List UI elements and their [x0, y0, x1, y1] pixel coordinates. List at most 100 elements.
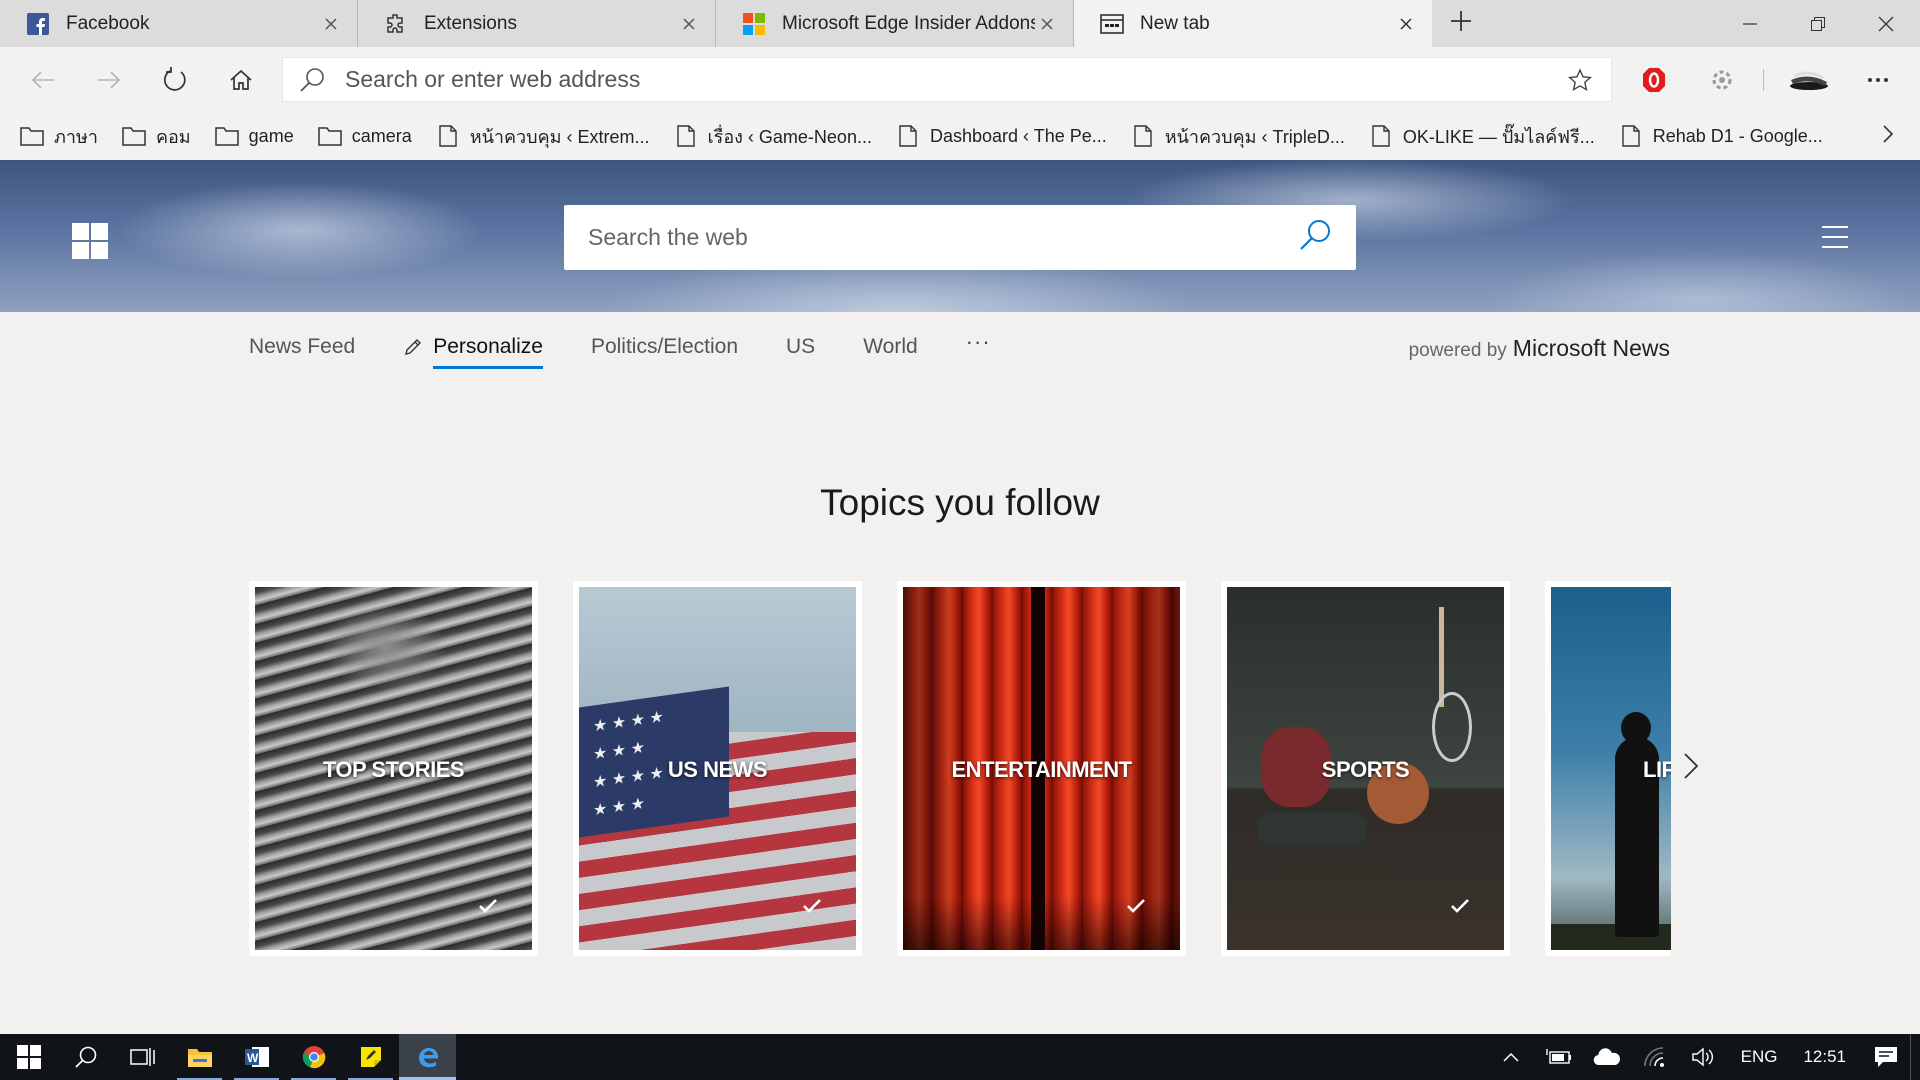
search-icon [299, 67, 327, 93]
toolbar-divider [1763, 69, 1764, 91]
new-tab-button[interactable] [1432, 0, 1490, 47]
forward-button[interactable] [76, 47, 142, 112]
powered-by-label: powered by Microsoft News [1409, 335, 1670, 362]
search-icon[interactable] [1298, 218, 1332, 257]
tab-news-feed[interactable]: News Feed [249, 335, 355, 365]
favorite-page[interactable]: Rehab D1 - Google... [1619, 124, 1823, 148]
onedrive-button[interactable] [1583, 1034, 1631, 1080]
windows-logo-icon[interactable] [72, 223, 108, 259]
favorite-label: หน้าควบคุม ‹ TripleD... [1164, 126, 1345, 147]
sticky-notes-icon [360, 1047, 381, 1067]
powered-prefix: powered by [1408, 340, 1507, 361]
extension-gear-icon [1712, 70, 1732, 89]
taskbar-chrome[interactable] [285, 1034, 342, 1080]
home-button[interactable] [208, 47, 274, 112]
tab-edge-insider-addons[interactable]: Microsoft Edge Insider Addons [716, 0, 1074, 47]
favorite-label: หน้าควบคุม ‹ Extrem... [469, 126, 650, 147]
favorite-page[interactable]: หน้าควบคุม ‹ Extrem... [436, 122, 650, 151]
taskbar-sticky-notes[interactable] [342, 1034, 399, 1080]
favorite-page[interactable]: หน้าควบคุม ‹ TripleD... [1131, 122, 1345, 151]
show-desktop-button[interactable] [1910, 1034, 1920, 1080]
tab-world[interactable]: World [863, 335, 917, 365]
opera-adblock-extension[interactable] [1626, 47, 1682, 112]
feed-nav: News Feed Personalize Politics/Election … [249, 329, 991, 375]
volume-button[interactable] [1679, 1034, 1727, 1080]
taskbar-edge[interactable] [399, 1034, 456, 1080]
favorite-folder[interactable]: คอม [122, 122, 191, 151]
favorite-page[interactable]: เรื่อง ‹ Game-Neon... [674, 122, 872, 151]
taskbar-clock[interactable]: 12:51 [1791, 1047, 1862, 1067]
input-language-indicator[interactable]: ENG [1727, 1047, 1792, 1067]
topic-card-sports[interactable]: SPORTS [1221, 581, 1510, 956]
taskbar-file-explorer[interactable] [171, 1034, 228, 1080]
favorite-label: camera [351, 125, 412, 146]
sports-gear-image: SPORTS [1227, 587, 1504, 950]
file-explorer-icon [187, 1049, 212, 1067]
favorite-page[interactable]: OK-LIKE — ปั๊มไลค์ฟรี... [1369, 122, 1595, 151]
profile-avatar[interactable] [1780, 47, 1838, 112]
close-tab-icon[interactable] [319, 12, 343, 36]
flag-image: US NEWS [579, 587, 856, 950]
chevron-right-icon [1684, 753, 1699, 779]
topic-card-us-news[interactable]: US NEWS [573, 581, 862, 956]
search-button[interactable] [57, 1034, 114, 1080]
minimize-icon [1743, 22, 1757, 25]
show-hidden-icons-button[interactable] [1487, 1034, 1535, 1080]
nav-label: News Feed [249, 335, 356, 358]
refresh-button[interactable] [142, 47, 208, 112]
close-tab-icon[interactable] [1394, 12, 1418, 36]
tab-facebook[interactable]: Facebook [0, 0, 358, 47]
tab-us[interactable]: US [786, 335, 815, 365]
topic-card-entertainment[interactable]: ENTERTAINMENT [897, 581, 1186, 956]
check-icon [1127, 899, 1145, 913]
tab-new-tab[interactable]: New tab [1074, 0, 1432, 47]
favorite-folder[interactable]: camera [317, 124, 412, 148]
tab-extensions[interactable]: Extensions [358, 0, 716, 47]
tab-personalize[interactable]: Personalize [403, 335, 543, 369]
favorite-star-icon[interactable] [1565, 67, 1595, 92]
refresh-icon [164, 66, 186, 91]
topic-card-top-stories[interactable]: TOP STORIES [249, 581, 538, 956]
address-bar[interactable] [282, 57, 1612, 102]
topic-card-lifestyle[interactable]: LIFESTYLE [1545, 581, 1671, 956]
check-icon [1451, 899, 1469, 913]
taskbar-word[interactable]: W [228, 1034, 285, 1080]
nav-label: US [786, 335, 816, 358]
task-view-icon [129, 1048, 155, 1066]
address-input[interactable] [345, 66, 1565, 93]
back-button[interactable] [10, 47, 76, 112]
newtab-page-icon [1100, 12, 1124, 36]
close-window-button[interactable] [1852, 0, 1920, 47]
restore-button[interactable] [1784, 0, 1852, 47]
carousel-next-button[interactable] [1683, 752, 1699, 785]
word-icon: W [244, 1047, 269, 1067]
task-view-button[interactable] [114, 1034, 171, 1080]
extension-button[interactable] [1694, 47, 1750, 112]
minimize-button[interactable] [1716, 0, 1784, 47]
silhouette-image: LIFESTYLE [1551, 587, 1671, 950]
action-center-button[interactable] [1862, 1034, 1910, 1080]
start-button[interactable] [0, 1034, 57, 1080]
page-icon [1619, 124, 1643, 148]
facebook-icon [26, 12, 50, 36]
tab-label: Microsoft Edge Insider Addons [782, 12, 1035, 34]
web-search-input[interactable] [588, 224, 1298, 251]
favorites-overflow-button[interactable] [1882, 124, 1894, 149]
restore-icon [1811, 16, 1825, 31]
favorite-page[interactable]: Dashboard ‹ The Pe... [896, 124, 1107, 148]
favorite-folder[interactable]: ภาษา [20, 122, 98, 151]
more-topics-button[interactable]: ··· [966, 329, 991, 355]
network-button[interactable] [1631, 1034, 1679, 1080]
battery-button[interactable] [1535, 1034, 1583, 1080]
microsoft-news-link[interactable]: Microsoft News [1513, 335, 1670, 362]
favorite-folder[interactable]: game [214, 124, 294, 148]
favorite-label: ภาษา [54, 126, 98, 147]
topic-label: LIFESTYLE [1643, 757, 1671, 782]
web-search-box[interactable] [564, 205, 1356, 270]
window-controls [1716, 0, 1920, 47]
page-settings-menu-icon[interactable] [1822, 226, 1848, 248]
settings-more-button[interactable] [1850, 47, 1906, 112]
close-tab-icon[interactable] [1035, 12, 1059, 36]
tab-politics-election[interactable]: Politics/Election [591, 335, 738, 365]
close-tab-icon[interactable] [677, 12, 701, 36]
